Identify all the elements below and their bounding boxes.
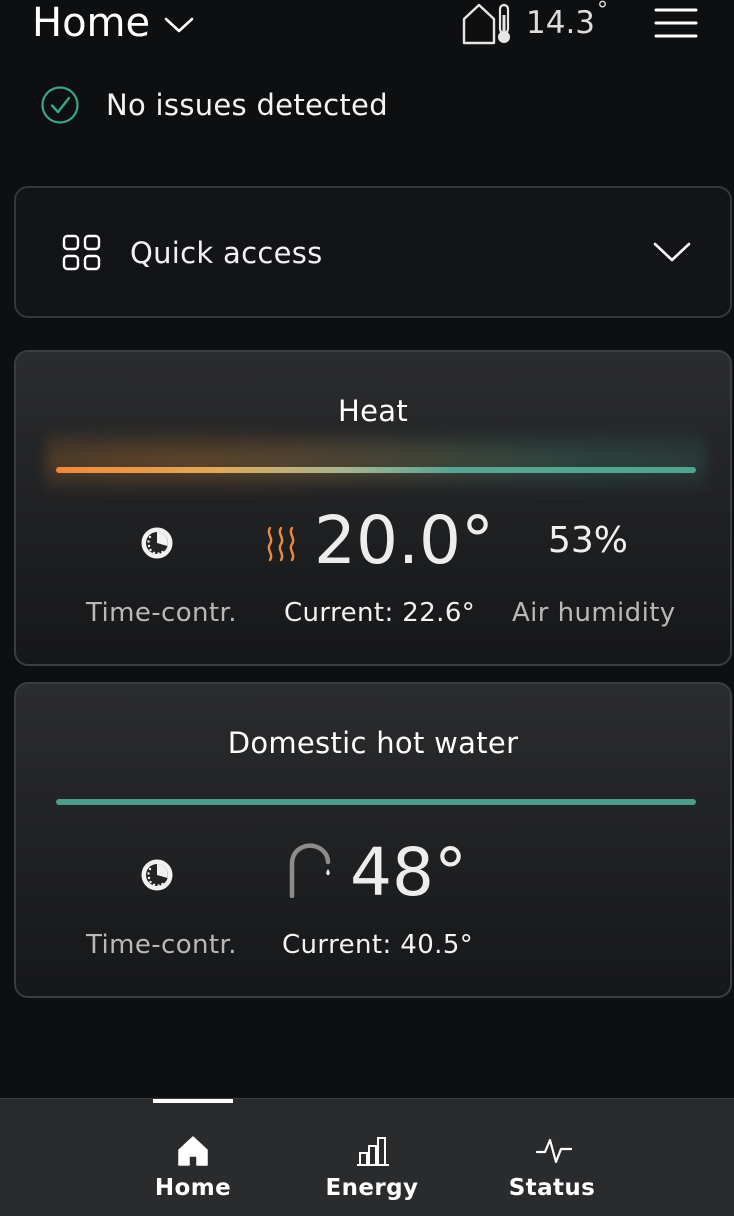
bottom-navigation: Home Energy Status bbox=[0, 1098, 734, 1216]
status-text: No issues detected bbox=[106, 88, 388, 122]
nav-label-status: Status bbox=[508, 1175, 596, 1201]
hot-water-card-title: Domestic hot water bbox=[227, 726, 519, 760]
bar-chart-icon bbox=[357, 1137, 389, 1166]
chevron-down-icon bbox=[164, 17, 194, 33]
heat-current-temp: Current: 22.6° bbox=[284, 598, 476, 628]
outdoor-temp-value: 14.3 bbox=[526, 5, 596, 41]
house-thermometer-icon bbox=[462, 3, 510, 45]
hot-water-card[interactable]: Domestic hot water Time-contr. 48° Curre… bbox=[14, 682, 732, 998]
quick-access-panel[interactable]: Quick access bbox=[14, 186, 732, 318]
nav-item-energy[interactable]: Energy bbox=[292, 1099, 452, 1216]
hot-water-setpoint[interactable]: 48° bbox=[350, 834, 467, 911]
heat-glow bbox=[46, 416, 706, 506]
grid-icon bbox=[62, 234, 101, 271]
active-tab-indicator bbox=[153, 1099, 233, 1103]
humidity-label: Air humidity bbox=[512, 598, 676, 628]
hamburger-menu-icon bbox=[654, 8, 698, 38]
system-status[interactable]: No issues detected bbox=[40, 84, 388, 126]
menu-button[interactable] bbox=[652, 4, 700, 40]
nav-item-home[interactable]: Home bbox=[113, 1099, 273, 1216]
heat-waves-icon bbox=[267, 526, 295, 562]
clock-icon[interactable] bbox=[140, 526, 174, 560]
heat-setpoint[interactable]: 20.0° bbox=[314, 502, 494, 579]
pulse-icon bbox=[536, 1138, 572, 1164]
heat-mode-label: Time-contr. bbox=[86, 598, 237, 628]
heat-gradient-bar bbox=[56, 467, 696, 473]
nav-item-status[interactable]: Status bbox=[472, 1099, 632, 1216]
nav-label-home: Home bbox=[154, 1175, 232, 1201]
hot-water-current-temp: Current: 40.5° bbox=[282, 930, 474, 960]
humidity-value: 53% bbox=[548, 520, 629, 561]
check-circle-icon bbox=[41, 86, 79, 124]
clock-icon[interactable] bbox=[140, 858, 174, 892]
outdoor-temp-unit: ° bbox=[597, 0, 609, 23]
page-title: Home bbox=[32, 0, 151, 46]
heat-card[interactable]: Heat Time-contr. 20.0° Current: 22.6° 53… bbox=[14, 350, 732, 666]
hot-water-mode-label: Time-contr. bbox=[86, 930, 237, 960]
app-header: Home 14.3° bbox=[0, 0, 734, 52]
outdoor-temperature: 14.3° bbox=[460, 0, 608, 46]
chevron-down-icon[interactable] bbox=[652, 240, 692, 264]
hot-water-bar bbox=[56, 799, 696, 805]
quick-access-label: Quick access bbox=[130, 236, 323, 270]
home-icon bbox=[178, 1136, 208, 1166]
faucet-icon bbox=[289, 843, 331, 898]
location-selector[interactable]: Home bbox=[32, 0, 194, 46]
nav-label-energy: Energy bbox=[325, 1175, 419, 1201]
